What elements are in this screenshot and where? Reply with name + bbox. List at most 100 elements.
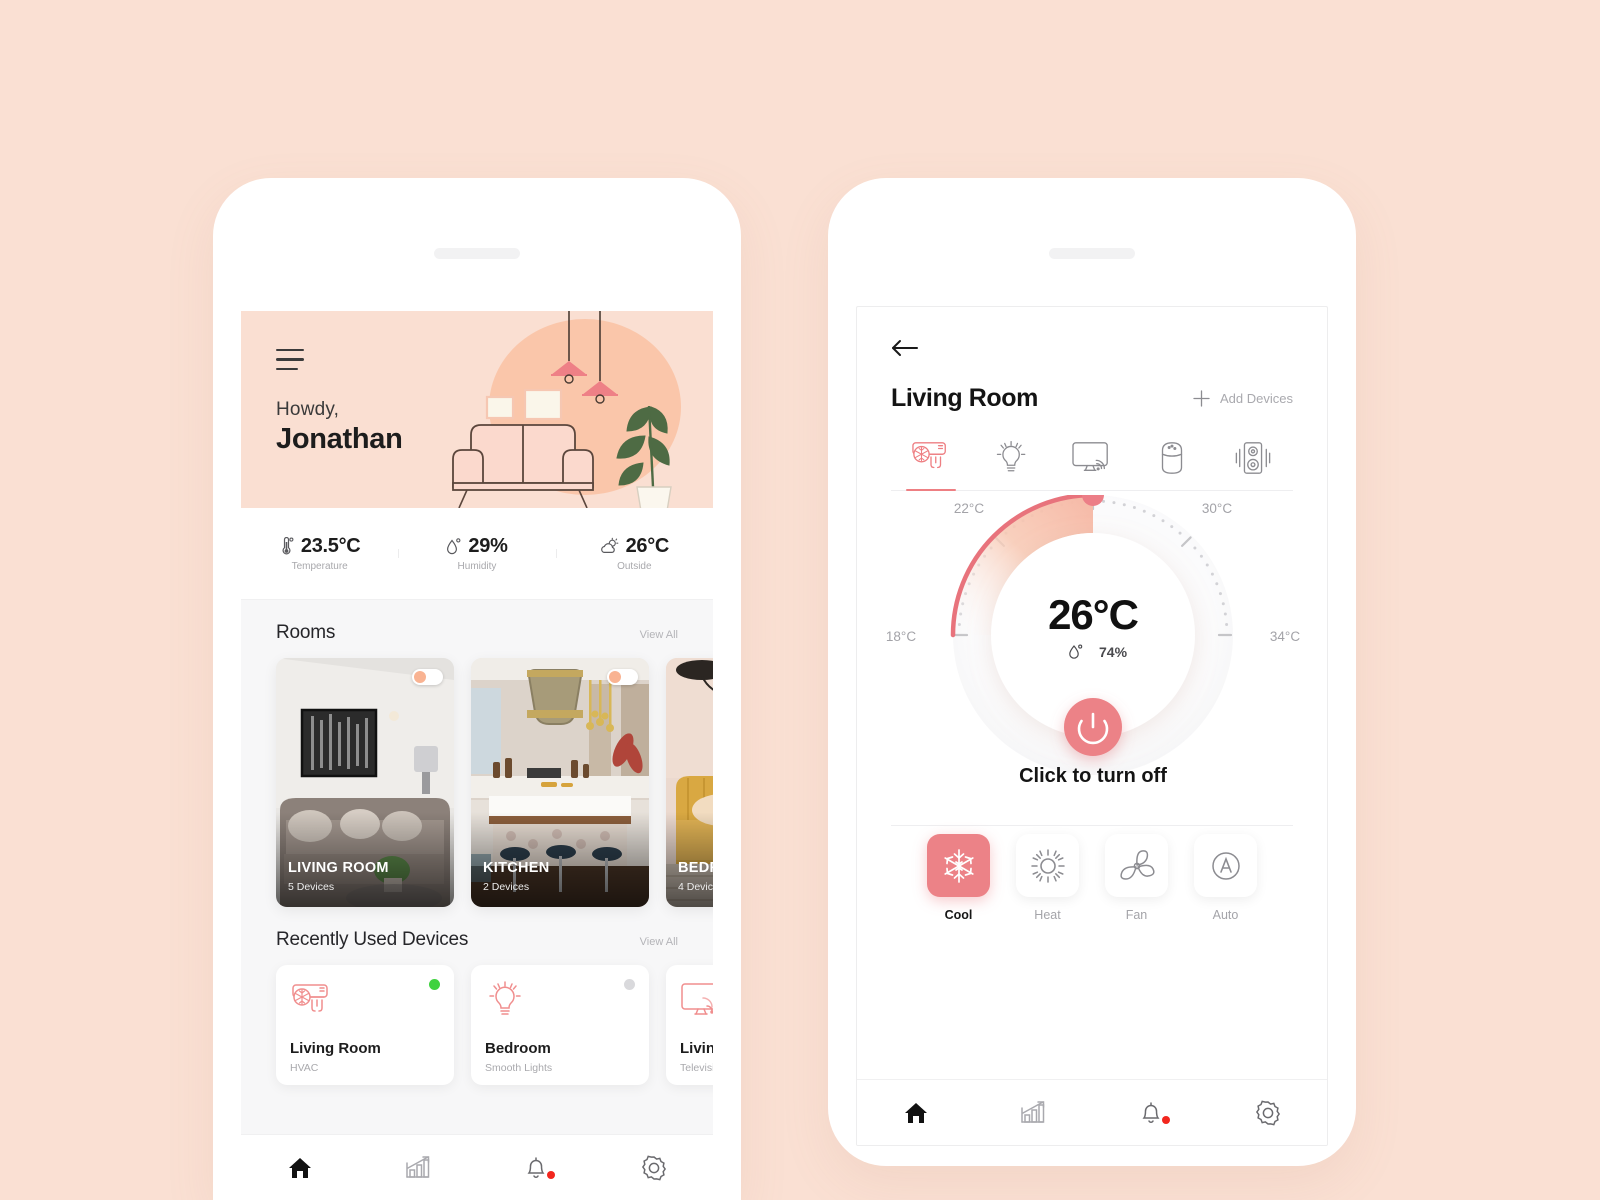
- home-icon: [904, 1102, 927, 1123]
- stats-chart-icon: [406, 1155, 430, 1178]
- mode-cool[interactable]: Cool: [927, 834, 990, 922]
- room-toggle-living-room[interactable]: [412, 669, 443, 685]
- tab-settings[interactable]: [595, 1154, 713, 1182]
- smart-speaker-icon: [1162, 442, 1183, 474]
- devices-view-all-link[interactable]: View All: [640, 936, 678, 948]
- device-status-dot: [624, 979, 635, 990]
- device-card-name: Bedroom: [485, 1040, 551, 1057]
- room-card-bedroom[interactable]: BEDROOM 4 Devices: [666, 658, 713, 907]
- rooms-section-header: Rooms View All: [241, 600, 713, 644]
- device-card-living-room-hvac[interactable]: Living Room HVAC: [276, 965, 454, 1085]
- stat-humidity-label: Humidity: [457, 561, 497, 572]
- gear-icon: [641, 1155, 667, 1180]
- home-icon: [289, 1157, 311, 1178]
- device-card-name: Living Room: [680, 1040, 713, 1057]
- thermostat-dial-graphic[interactable]: 26°C 22°C 30°C 18°C 34°C 26°C 74%: [857, 459, 1328, 825]
- bell-icon: [1142, 1102, 1160, 1123]
- dial-tick-label-22: 22°C: [954, 501, 984, 516]
- stats-chart-icon: [1021, 1100, 1045, 1123]
- active-tab-indicator: [906, 488, 957, 491]
- tab-stats[interactable]: [359, 1155, 477, 1181]
- room-card-device-count: 5 Devices: [288, 881, 335, 893]
- tab-settings[interactable]: [1210, 1099, 1328, 1127]
- home-tabbar[interactable]: [241, 1134, 713, 1200]
- device-card-type: Television: [680, 1062, 713, 1074]
- mode-auto-label: Auto: [1212, 908, 1239, 922]
- stat-outside-value: 26°C: [625, 535, 670, 557]
- hvac-mode-selector[interactable]: Cool Heat Fan Auto: [857, 834, 1327, 922]
- thermostat-dial[interactable]: 26°C 22°C 30°C 18°C 34°C 26°C 74%: [857, 459, 1328, 825]
- phone-speaker-slot: [1049, 248, 1135, 259]
- room-toggle-kitchen[interactable]: [607, 669, 638, 685]
- stat-humidity-value: 29%: [468, 535, 508, 557]
- power-button[interactable]: [1064, 698, 1122, 756]
- add-devices-label: Add Devices: [1220, 391, 1293, 406]
- home-stats-row: 23.5°C Temperature 29% Humidity 26°C Out…: [241, 508, 713, 600]
- device-tab-television[interactable]: [1052, 439, 1132, 491]
- device-card-type: Smooth Lights: [485, 1062, 553, 1074]
- add-devices-button[interactable]: Add Devices: [1192, 389, 1293, 408]
- device-status-dot: [429, 979, 440, 990]
- dial-tick-label-34: 34°C: [1270, 629, 1300, 644]
- rooms-view-all-link[interactable]: View All: [640, 629, 678, 641]
- bell-icon: [527, 1157, 545, 1178]
- room-card-living-room[interactable]: LIVING ROOM 5 Devices: [276, 658, 454, 907]
- sun-cloud-icon: [600, 537, 618, 553]
- devices-section-header: Recently Used Devices View All: [241, 907, 713, 951]
- devices-title: Recently Used Devices: [276, 929, 469, 950]
- tab-stats[interactable]: [975, 1100, 1093, 1126]
- room-card-name: BEDROOM: [678, 860, 713, 876]
- device-tab-speaker[interactable]: [1213, 439, 1293, 491]
- lightbulb-icon: [489, 981, 521, 1015]
- device-card-bedroom-lights[interactable]: Bedroom Smooth Lights: [471, 965, 649, 1085]
- section-divider: [891, 825, 1293, 826]
- back-arrow-icon[interactable]: [891, 337, 921, 359]
- device-card-living-room-tv[interactable]: Living Room Television: [666, 965, 713, 1085]
- room-tabbar[interactable]: [857, 1079, 1327, 1145]
- room-card-device-count: 2 Devices: [483, 881, 530, 893]
- greeting-line1: Howdy,: [276, 399, 340, 420]
- notification-badge: [1161, 1116, 1170, 1124]
- device-card-name: Living Room: [290, 1040, 381, 1057]
- stat-outside-label: Outside: [617, 561, 652, 572]
- device-tab-lights[interactable]: [971, 439, 1051, 491]
- thermometer-icon: [282, 537, 294, 555]
- mode-fan[interactable]: Fan: [1105, 834, 1168, 922]
- television-icon: [681, 983, 713, 1015]
- device-card-type: HVAC: [290, 1062, 319, 1074]
- hamburger-icon[interactable]: [276, 349, 304, 371]
- device-tab-smart-speaker[interactable]: [1132, 439, 1212, 491]
- rooms-rail[interactable]: LIVING ROOM 5 Devices KITCHEN 2 Devices …: [241, 644, 713, 907]
- power-label: Click to turn off: [1019, 765, 1167, 787]
- devices-rail[interactable]: Living Room HVAC Bedroom Smooth Lights L…: [241, 951, 713, 1085]
- room-detail-header: Living Room Add Devices: [857, 307, 1327, 491]
- stat-outside: 26°C Outside: [555, 535, 713, 572]
- air-conditioner-icon: [292, 984, 328, 1012]
- tab-notifications[interactable]: [477, 1154, 595, 1181]
- room-card-name: LIVING ROOM: [288, 860, 389, 876]
- sun-icon: [1030, 848, 1065, 883]
- tab-home[interactable]: [857, 1100, 975, 1126]
- home-screen: Howdy, Jonathan 23.5°C Temperature 29% H…: [241, 311, 713, 1200]
- mode-fan-label: Fan: [1125, 908, 1148, 922]
- room-card-kitchen[interactable]: KITCHEN 2 Devices: [471, 658, 649, 907]
- page-title: Living Room: [891, 384, 1038, 412]
- lightbulb-icon: [996, 441, 1025, 472]
- plus-icon: [1193, 390, 1210, 407]
- phone-mockup-home: Howdy, Jonathan 23.5°C Temperature 29% H…: [213, 178, 741, 1200]
- dial-humidity-value: 74%: [1099, 644, 1128, 660]
- device-tab-hvac[interactable]: [891, 439, 971, 491]
- mode-heat[interactable]: Heat: [1016, 834, 1079, 922]
- phone-mockup-room-detail: Living Room Add Devices 22°C 30°C 18°C 3…: [828, 178, 1356, 1166]
- mode-heat-label: Heat: [1034, 908, 1061, 922]
- gear-icon: [1256, 1100, 1281, 1125]
- stat-temperature-value: 23.5°C: [300, 535, 361, 557]
- device-type-tabs[interactable]: [891, 439, 1293, 491]
- auto-a-icon: [1211, 851, 1240, 880]
- tab-notifications[interactable]: [1092, 1099, 1210, 1126]
- room-detail-screen: Living Room Add Devices 22°C 30°C 18°C 3…: [856, 306, 1328, 1146]
- tab-home[interactable]: [241, 1155, 359, 1181]
- mode-cool-label: Cool: [944, 908, 973, 922]
- mode-auto[interactable]: Auto: [1194, 834, 1257, 922]
- stat-temperature-label: Temperature: [291, 561, 348, 572]
